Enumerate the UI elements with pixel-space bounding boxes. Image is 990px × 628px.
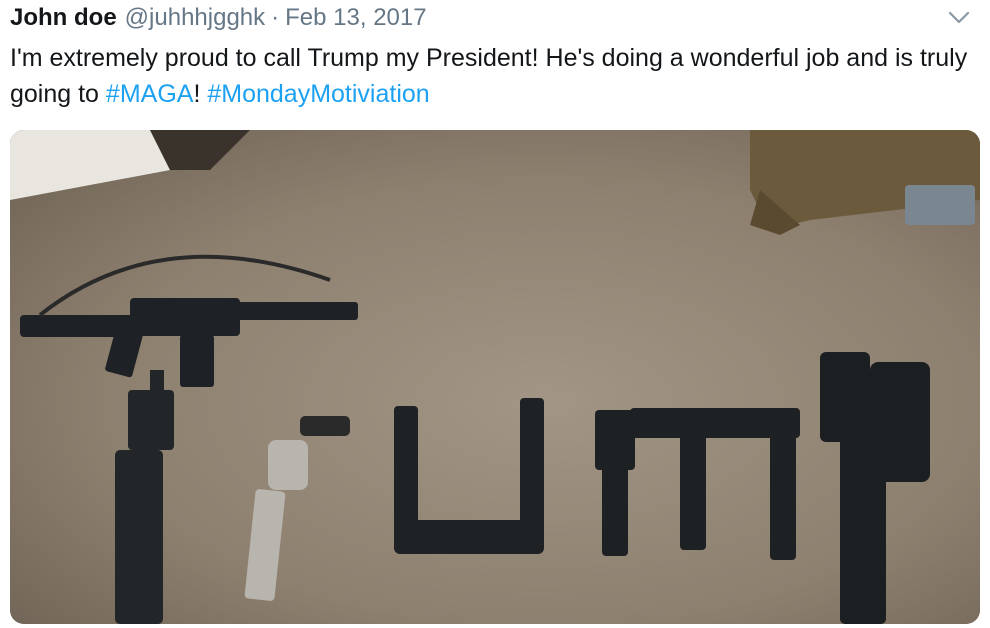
separator-dot: ·: [271, 4, 280, 31]
tweet-header: John doe @juhhhjgghk · Feb 13, 2017: [10, 4, 427, 32]
author-handle[interactable]: @juhhhjgghk: [125, 4, 265, 32]
hashtag-mondaymotiviation[interactable]: #MondayMotiviation: [207, 80, 429, 108]
tweet-text: I'm extremely proud to call Trump my Pre…: [10, 40, 970, 112]
tweet-date[interactable]: Feb 13, 2017: [285, 4, 426, 32]
photo-illustration: [10, 130, 980, 624]
tweet-photo[interactable]: [10, 130, 980, 624]
chevron-down-icon[interactable]: [946, 6, 972, 28]
tweet[interactable]: John doe @juhhhjgghk · Feb 13, 2017 I'm …: [0, 0, 990, 628]
tweet-text-punct: !: [193, 80, 208, 108]
author-name[interactable]: John doe: [10, 4, 117, 32]
hashtag-maga[interactable]: #MAGA: [106, 80, 194, 108]
